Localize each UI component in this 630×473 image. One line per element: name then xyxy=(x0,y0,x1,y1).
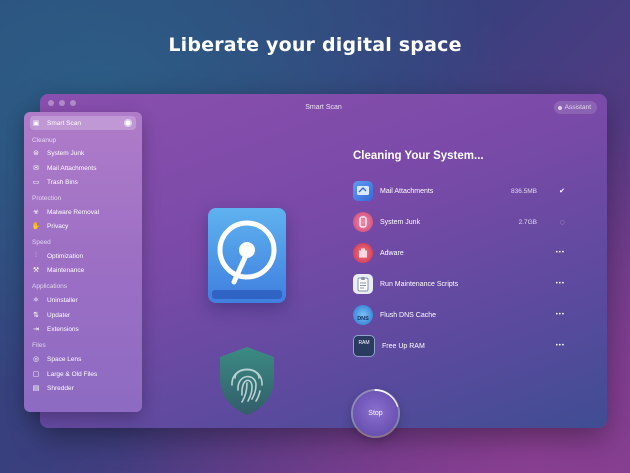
space-lens-icon: ◎ xyxy=(32,356,40,363)
sidebar-item-space-lens[interactable]: ◎ Space Lens xyxy=(30,352,136,366)
uninstaller-icon: ⚛ xyxy=(32,297,40,304)
biohazard-icon: ☣ xyxy=(32,209,40,216)
dns-icon: DNS xyxy=(353,305,373,325)
sidebar-item-trash-bins[interactable]: ▭ Trash Bins xyxy=(30,175,136,189)
sidebar-item-label: System Junk xyxy=(47,149,85,157)
updater-icon: ⇅ xyxy=(33,312,39,319)
task-row-system-junk[interactable]: System Junk 2.7GB ◌ xyxy=(353,211,567,233)
dns-icon-text: DNS xyxy=(357,316,369,322)
system-junk-icon xyxy=(353,212,373,232)
smart-scan-icon: ▣ xyxy=(32,120,40,127)
page-title: Cleaning Your System... xyxy=(353,150,484,162)
more-icon: ••• xyxy=(555,312,565,318)
check-icon: ✔ xyxy=(559,188,565,195)
task-label: Run Maintenance Scripts xyxy=(380,280,459,288)
sidebar-item-large-old-files[interactable]: ▢ Large & Old Files xyxy=(30,367,136,381)
task-row-free-up-ram[interactable]: RAM Free Up RAM ••• xyxy=(353,335,567,357)
sidebar-item-malware-removal[interactable]: ☣ Malware Removal xyxy=(30,205,136,219)
stop-hand-icon xyxy=(353,243,373,263)
task-row-mail-attachments[interactable]: Mail Attachments 836.5MB ✔ xyxy=(353,180,567,202)
sidebar-item-label: Large & Old Files xyxy=(47,370,98,378)
sidebar-item-optimization[interactable]: ⫶ Optimization xyxy=(30,249,136,263)
hand-icon: ✋ xyxy=(31,223,41,230)
sidebar-item-label: Space Lens xyxy=(47,355,82,363)
folder-icon: ▢ xyxy=(32,371,40,378)
fingerprint-shield-icon xyxy=(220,347,274,415)
task-label: Free Up RAM xyxy=(382,342,425,350)
sidebar-item-mail-attachments[interactable]: ✉ Mail Attachments xyxy=(30,161,136,175)
task-label: Flush DNS Cache xyxy=(380,311,437,319)
sidebar-item-maintenance[interactable]: ⚒ Maintenance xyxy=(30,263,136,277)
sidebar-item-label: Malware Removal xyxy=(47,208,100,216)
sidebar-item-label: Shredder xyxy=(47,384,74,392)
sidebar-item-label: Privacy xyxy=(47,222,69,230)
ram-icon: RAM xyxy=(353,335,375,357)
hard-disk-icon xyxy=(208,208,286,303)
sidebar-section-cleanup: Cleanup xyxy=(32,137,57,144)
task-value: 2.7GB xyxy=(518,218,537,226)
sidebar-item-uninstaller[interactable]: ⚛ Uninstaller xyxy=(30,293,136,307)
task-row-adware[interactable]: Adware ••• xyxy=(353,242,567,264)
sidebar-section-files: Files xyxy=(32,342,46,349)
sidebar-item-extensions[interactable]: ⇥ Extensions xyxy=(30,322,136,336)
sidebar-item-label: Optimization xyxy=(47,252,84,260)
sidebar-item-updater[interactable]: ⇅ Updater xyxy=(30,308,136,322)
sidebar-item-label: Mail Attachments xyxy=(47,164,97,172)
task-label: System Junk xyxy=(380,218,421,226)
sidebar-item-label: Maintenance xyxy=(47,266,85,274)
assistant-icon xyxy=(557,105,562,110)
extensions-icon: ⇥ xyxy=(33,326,39,333)
task-label: Adware xyxy=(380,249,404,257)
sidebar: ▣ Smart Scan Cleanup ⊜ System Junk ✉ Mail … xyxy=(24,112,142,412)
trash-icon: ▭ xyxy=(32,179,40,186)
task-label: Mail Attachments xyxy=(380,187,434,195)
sidebar-item-system-junk[interactable]: ⊜ System Junk xyxy=(30,146,136,160)
sidebar-item-label: Trash Bins xyxy=(47,178,78,186)
sidebar-item-label: Smart Scan xyxy=(47,119,81,127)
ram-icon-text: RAM xyxy=(358,340,370,346)
clipboard-icon xyxy=(353,274,373,294)
sidebar-item-label: Updater xyxy=(47,311,71,319)
stop-button[interactable]: Stop xyxy=(353,391,398,436)
system-junk-icon: ⊜ xyxy=(33,150,39,157)
sidebar-section-applications: Applications xyxy=(32,283,68,290)
shredder-icon: ▤ xyxy=(32,385,40,392)
spinner-icon: ◌ xyxy=(559,217,565,227)
mail-attachments-icon xyxy=(353,181,373,201)
wrench-icon: ⚒ xyxy=(32,267,40,274)
task-row-flush-dns-cache[interactable]: DNS Flush DNS Cache ••• xyxy=(353,304,567,326)
mail-icon: ✉ xyxy=(33,165,39,172)
sidebar-item-smart-scan[interactable]: ▣ Smart Scan xyxy=(30,116,136,130)
task-row-run-maintenance-scripts[interactable]: Run Maintenance Scripts ••• xyxy=(353,273,567,295)
sidebar-section-protection: Protection xyxy=(32,195,62,202)
assistant-button[interactable]: Assistant xyxy=(553,101,597,114)
sidebar-item-privacy[interactable]: ✋ Privacy xyxy=(30,219,136,233)
more-icon: ••• xyxy=(555,343,565,349)
headline: Liberate your digital space xyxy=(168,34,462,56)
sidebar-item-label: Extensions xyxy=(47,325,79,333)
task-value: 836.5MB xyxy=(510,187,537,195)
sidebar-item-label: Uninstaller xyxy=(47,296,78,304)
more-icon: ••• xyxy=(555,250,565,256)
assistant-label: Assistant xyxy=(564,104,591,111)
more-icon: ••• xyxy=(555,281,565,287)
sidebar-section-speed: Speed xyxy=(32,239,51,246)
sliders-icon: ⫶ xyxy=(35,252,37,259)
stop-button-label: Stop xyxy=(368,410,383,417)
sidebar-item-shredder[interactable]: ▤ Shredder xyxy=(30,381,136,395)
window-title: Smart Scan xyxy=(305,104,342,111)
scan-progress-icon xyxy=(124,119,132,127)
